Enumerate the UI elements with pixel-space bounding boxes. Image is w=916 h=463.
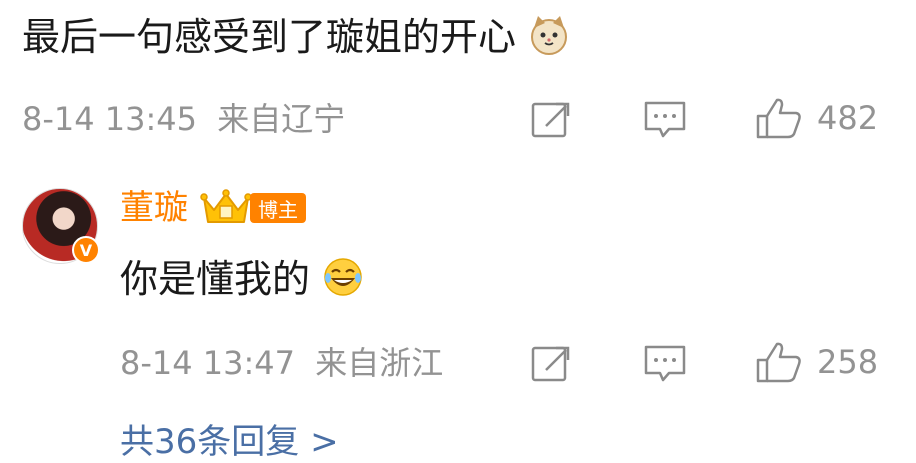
- laugh-cry-emoji-icon: [322, 256, 364, 307]
- comment-icon: [644, 345, 686, 382]
- repost-button[interactable]: [530, 98, 572, 140]
- timestamp: 8-14 13:45: [22, 100, 198, 138]
- top-comment-text-row: 最后一句感受到了璇姐的开心: [22, 14, 570, 65]
- reply-text-row: 你是懂我的: [120, 256, 364, 307]
- like-count: 482: [817, 99, 879, 137]
- like-icon: [756, 342, 801, 383]
- crown-icon: [200, 188, 252, 228]
- like-button[interactable]: 258: [755, 340, 878, 384]
- reply-header: 董璇 博主: [120, 188, 306, 228]
- repost-icon: [531, 346, 570, 382]
- cat-emoji-icon: [528, 14, 570, 65]
- repost-icon: [531, 102, 570, 138]
- top-comment-text: 最后一句感受到了璇姐的开心: [22, 15, 517, 59]
- like-icon: [756, 98, 801, 139]
- more-replies-link[interactable]: 共36条回复 >: [120, 414, 339, 463]
- timestamp: 8-14 13:47: [120, 344, 296, 382]
- reply-text: 你是懂我的: [120, 257, 311, 301]
- location: 来自辽宁: [217, 100, 346, 138]
- comment-icon: [644, 101, 686, 138]
- like-count: 258: [817, 343, 879, 381]
- repost-button[interactable]: [530, 342, 572, 384]
- comment-button[interactable]: [643, 342, 687, 384]
- top-comment-meta: 8-14 13:45 来自辽宁: [22, 100, 345, 138]
- author-name[interactable]: 董璇: [120, 188, 188, 228]
- author-badge: 博主: [250, 193, 306, 223]
- author-avatar-wrap[interactable]: V: [22, 188, 100, 264]
- location: 来自浙江: [315, 344, 444, 382]
- comment-button[interactable]: [643, 98, 687, 140]
- reply-meta: 8-14 13:47 来自浙江: [120, 344, 443, 382]
- like-button[interactable]: 482: [755, 96, 878, 140]
- verified-badge-icon: V: [72, 236, 100, 264]
